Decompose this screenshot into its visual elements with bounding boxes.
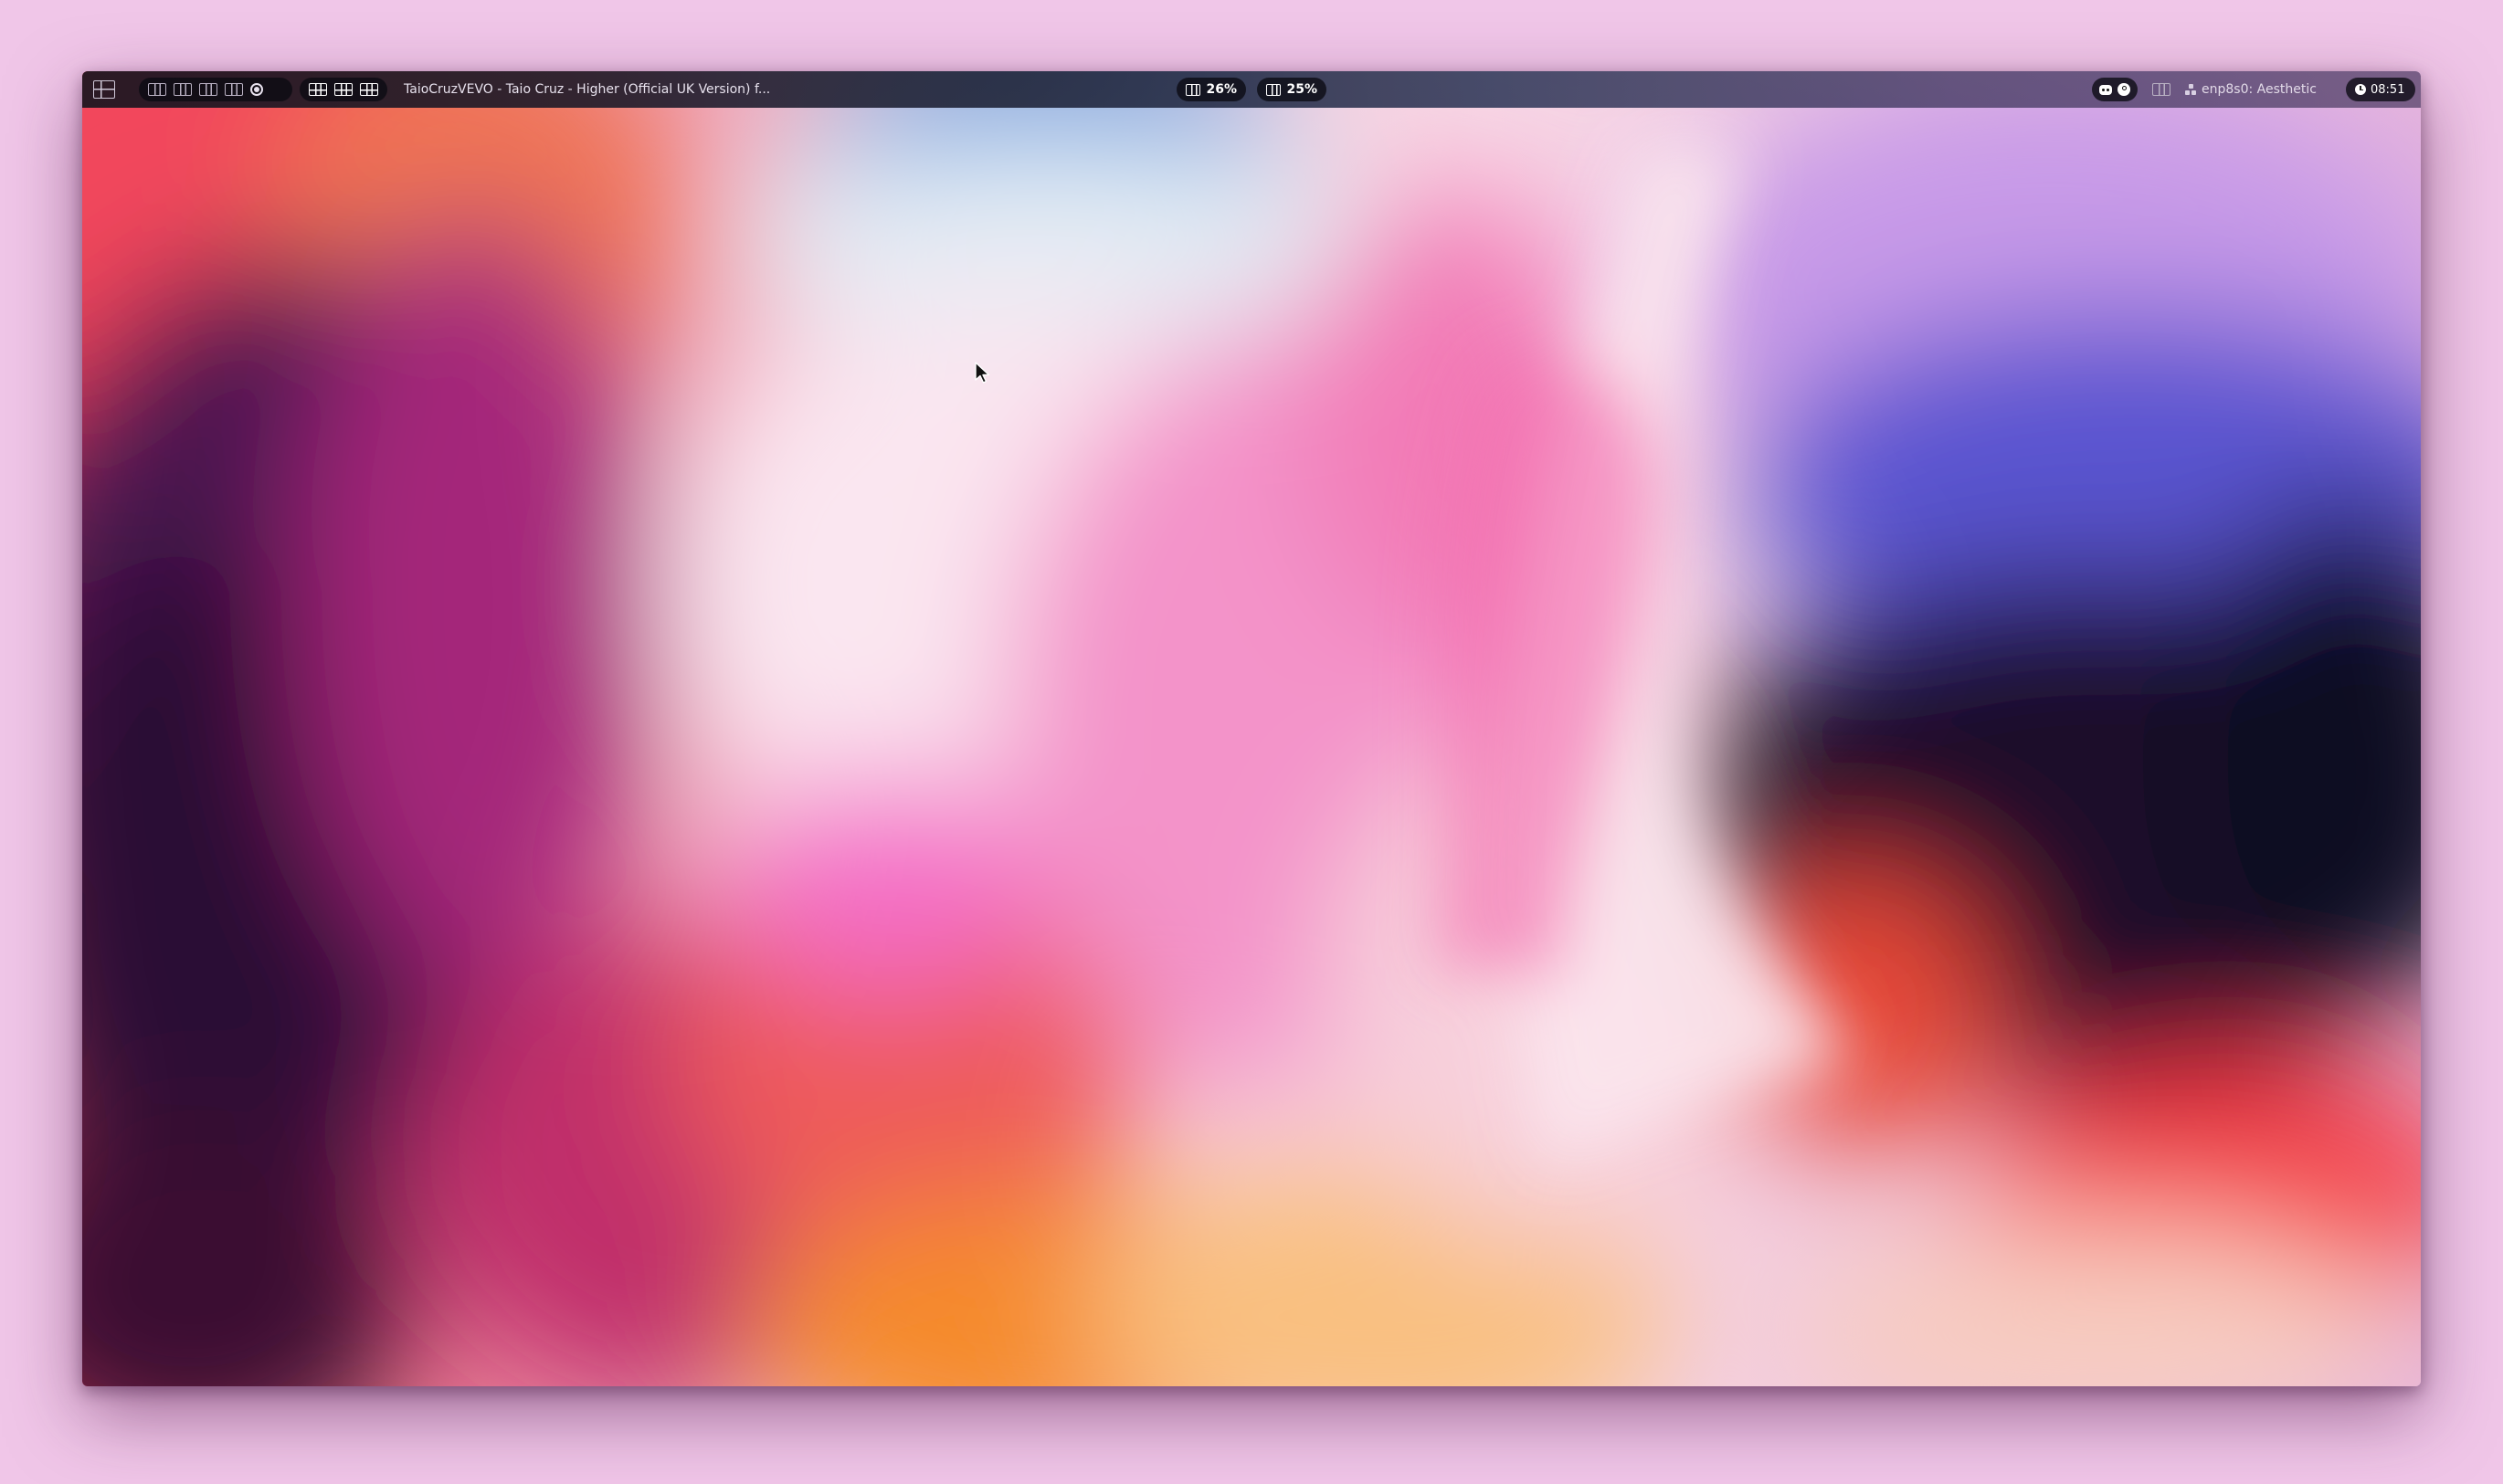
keyboard-layout-icon xyxy=(2152,83,2170,96)
clock-icon xyxy=(2355,84,2366,95)
clock-widget[interactable]: 08:51 xyxy=(2346,78,2415,101)
mouse-cursor-icon xyxy=(975,362,990,384)
workspace-4-icon[interactable] xyxy=(225,83,243,96)
layout-switcher xyxy=(300,78,387,101)
workspace-3-icon[interactable] xyxy=(199,83,217,96)
layout-tile-icon[interactable] xyxy=(309,83,327,96)
grid-launcher-icon xyxy=(93,80,115,99)
desktop-wallpaper xyxy=(82,71,2421,1386)
desktop-screen: TaioCruzVEVO - Taio Cruz - Higher (Offic… xyxy=(82,71,2421,1386)
clock-time: 08:51 xyxy=(2371,82,2405,97)
launcher-button[interactable] xyxy=(93,71,115,108)
workspace-2-icon[interactable] xyxy=(174,83,192,96)
memory-usage: 25% xyxy=(1286,82,1317,97)
network-icon xyxy=(2185,84,2196,95)
memory-icon xyxy=(1266,83,1282,96)
system-tray xyxy=(2092,78,2138,101)
cpu-widget[interactable]: 26% xyxy=(1177,78,1246,101)
workspace-1-icon[interactable] xyxy=(148,83,166,96)
network-label: enp8s0: Aesthetic xyxy=(2202,82,2317,97)
keyboard-layout-button[interactable] xyxy=(2152,71,2170,108)
layout-monocle-icon[interactable] xyxy=(360,83,378,96)
discord-icon[interactable] xyxy=(2099,84,2113,95)
record-icon[interactable] xyxy=(250,83,263,96)
top-panel: TaioCruzVEVO - Taio Cruz - Higher (Offic… xyxy=(82,71,2421,108)
network-widget[interactable]: enp8s0: Aesthetic xyxy=(2185,71,2317,108)
active-window-title[interactable]: TaioCruzVEVO - Taio Cruz - Higher (Offic… xyxy=(404,71,770,108)
cpu-icon xyxy=(1186,83,1201,96)
cpu-usage: 26% xyxy=(1206,82,1237,97)
steam-icon[interactable] xyxy=(2118,83,2130,96)
workspace-switcher xyxy=(139,78,292,101)
layout-grid-icon[interactable] xyxy=(334,83,353,96)
memory-widget[interactable]: 25% xyxy=(1257,78,1326,101)
